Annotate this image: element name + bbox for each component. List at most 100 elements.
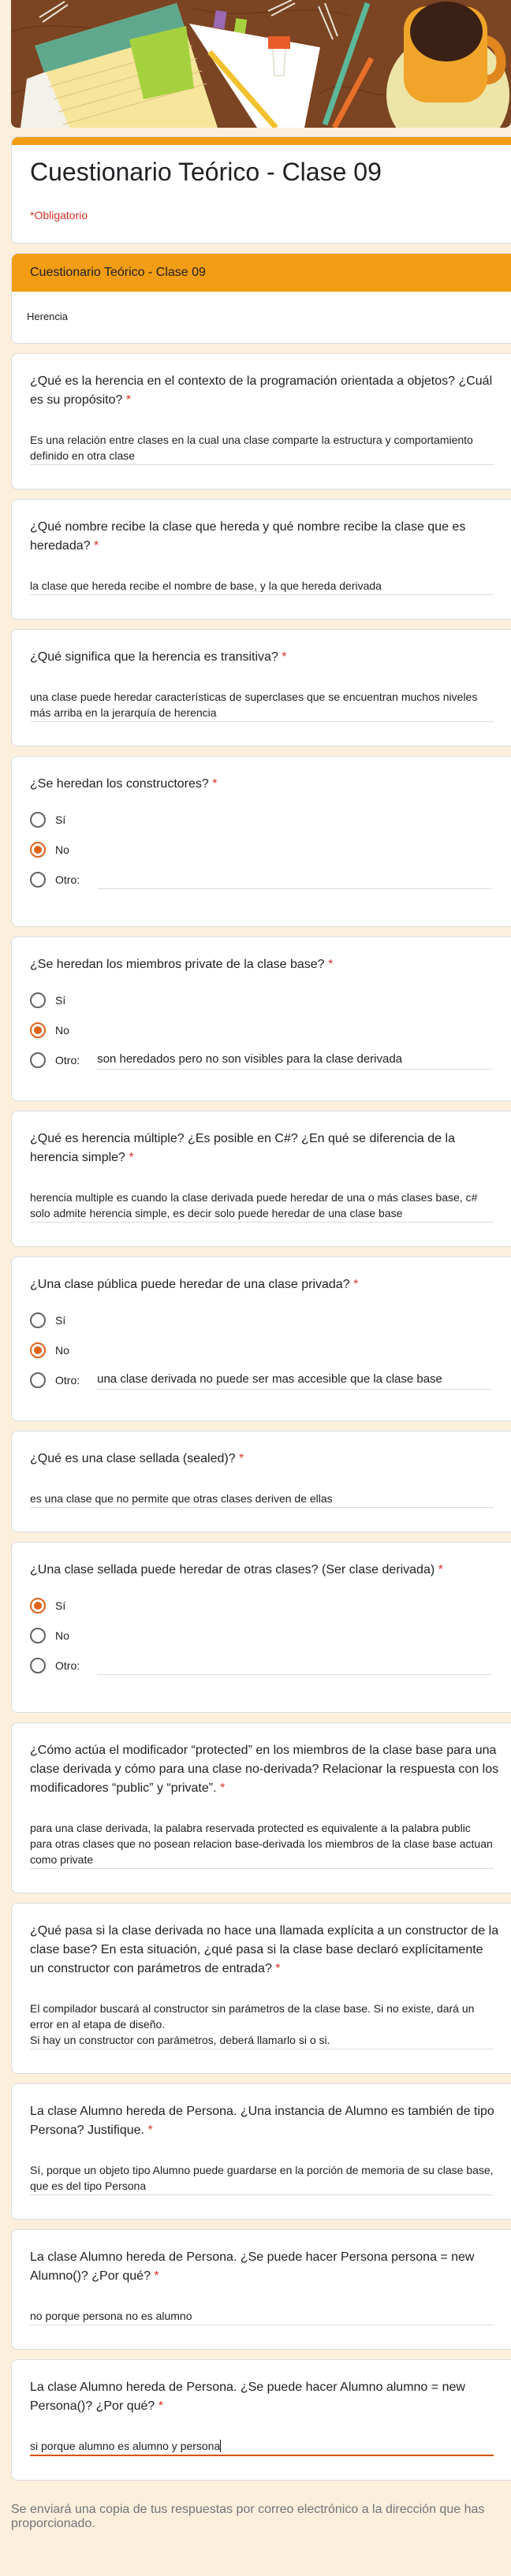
answer-input[interactable]: Es una relación entre clases en la cual … — [30, 432, 494, 465]
radio-option-no[interactable]: No — [30, 1335, 511, 1365]
required-note: *Obligatorio — [30, 209, 88, 221]
section-description: Herencia — [27, 311, 69, 322]
question-card: ¿Qué nombre recibe la clase que hereda y… — [11, 499, 511, 620]
answer-input[interactable]: Sí, porque un objeto tipo Alumno puede g… — [30, 2162, 494, 2195]
radio-button-checked[interactable] — [30, 842, 46, 858]
question-text: ¿Qué es una clase sellada (sealed)? — [30, 1452, 236, 1465]
radio-button-checked[interactable] — [30, 1598, 46, 1614]
question-card: ¿Qué pasa si la clase derivada no hace u… — [11, 1903, 511, 2074]
radio-label: Sí — [55, 1314, 66, 1327]
radio-button[interactable] — [30, 1628, 46, 1644]
radio-label: No — [55, 1024, 69, 1037]
radio-label: Otro: — [55, 1374, 80, 1387]
radio-button-checked[interactable] — [30, 1342, 46, 1358]
question-label: La clase Alumno hereda de Persona. ¿Se p… — [30, 2248, 499, 2286]
form-title: Cuestionario Teórico - Clase 09 — [30, 158, 382, 186]
question-card: ¿Una clase pública puede heredar de una … — [11, 1256, 511, 1421]
answer-input[interactable]: no porque persona no es alumno — [30, 2308, 494, 2325]
radio-label: Sí — [55, 813, 66, 826]
other-text-input[interactable] — [97, 1656, 492, 1675]
radio-label: Sí — [55, 994, 66, 1007]
radio-option-si[interactable]: Sí — [30, 985, 511, 1015]
radio-button[interactable] — [30, 1372, 46, 1388]
question-text: La clase Alumno hereda de Persona. ¿Una … — [30, 2105, 494, 2137]
required-asterisk: * — [212, 777, 218, 791]
radio-label: No — [55, 1629, 69, 1642]
radio-label: Otro: — [55, 1659, 80, 1672]
radio-option-si[interactable]: Sí — [30, 805, 511, 835]
question-label: ¿Se heredan los miembros private de la c… — [30, 955, 499, 974]
question-label: ¿Qué significa que la herencia es transi… — [30, 648, 499, 667]
required-asterisk: * — [154, 2269, 159, 2283]
answer-input[interactable]: la clase que hereda recibe el nombre de … — [30, 578, 494, 595]
radio-option-otro[interactable]: Otro: una clase derivada no puede ser mas… — [30, 1365, 511, 1395]
form-title-card: Cuestionario Teórico - Clase 09 *Obligat… — [11, 136, 511, 244]
radio-button[interactable] — [30, 1312, 46, 1328]
required-asterisk: * — [275, 1962, 281, 1975]
answer-input[interactable]: una clase puede heredar características … — [30, 689, 494, 722]
radio-option-no[interactable]: No — [30, 835, 511, 865]
answer-input-focused[interactable]: si porque alumno es alumno y persona — [30, 2438, 494, 2456]
radio-button[interactable] — [30, 992, 46, 1008]
section-title: Cuestionario Teórico - Clase 09 — [12, 254, 511, 292]
required-asterisk: * — [158, 2399, 163, 2413]
question-text: La clase Alumno hereda de Persona. ¿Se p… — [30, 2250, 475, 2283]
radio-button[interactable] — [30, 1658, 46, 1673]
radio-button[interactable] — [30, 1052, 46, 1068]
required-asterisk: * — [147, 2124, 153, 2137]
text-caret — [220, 2440, 222, 2452]
radio-option-otro[interactable]: Otro: — [30, 1651, 511, 1681]
question-card: ¿Qué significa que la herencia es transi… — [11, 629, 511, 746]
radio-option-otro[interactable]: Otro: son heredados pero no son visibles … — [30, 1045, 511, 1075]
question-label: ¿Una clase sellada puede heredar de otra… — [30, 1561, 499, 1580]
form-container: Cuestionario Teórico - Clase 09 *Obligat… — [11, 0, 511, 2531]
question-text: ¿Una clase pública puede heredar de una … — [30, 1278, 350, 1291]
radio-label: No — [55, 843, 69, 856]
radio-option-otro[interactable]: Otro: — [30, 865, 511, 895]
question-text: ¿Una clase sellada puede heredar de otra… — [30, 1563, 435, 1576]
question-label: La clase Alumno hereda de Persona. ¿Una … — [30, 2102, 499, 2140]
radio-group: Sí No Otro: una clase derivada no puede s… — [30, 1305, 511, 1395]
radio-option-no[interactable]: No — [30, 1621, 511, 1651]
radio-button[interactable] — [30, 812, 46, 828]
accent-strip — [12, 137, 511, 145]
radio-label: Otro: — [55, 873, 80, 886]
question-card: ¿Se heredan los miembros private de la c… — [11, 936, 511, 1101]
question-card: La clase Alumno hereda de Persona. ¿Una … — [11, 2083, 511, 2220]
question-card: ¿Se heredan los constructores? * Sí No O… — [11, 756, 511, 927]
question-card: ¿Cómo actúa el modificador “protected” e… — [11, 1722, 511, 1893]
answer-input[interactable]: El compilador buscará al constructor sin… — [30, 2001, 494, 2049]
radio-group: Sí No Otro: — [30, 1591, 511, 1681]
radio-button-checked[interactable] — [30, 1022, 46, 1038]
question-label: ¿Se heredan los constructores? * — [30, 775, 499, 794]
question-card: La clase Alumno hereda de Persona. ¿Se p… — [11, 2229, 511, 2350]
question-label: ¿Qué nombre recibe la clase que hereda y… — [30, 518, 499, 556]
radio-label: Sí — [55, 1599, 66, 1612]
question-text: ¿Qué significa que la herencia es transi… — [30, 650, 278, 664]
question-card: ¿Qué es la herencia en el contexto de la… — [11, 353, 511, 490]
other-text-input[interactable] — [97, 870, 492, 889]
required-asterisk: * — [353, 1278, 359, 1291]
required-asterisk: * — [239, 1452, 244, 1465]
answer-input[interactable]: es una clase que no permite que otras cl… — [30, 1491, 494, 1508]
answer-input[interactable]: herencia multiple es cuando la clase der… — [30, 1189, 494, 1223]
radio-button[interactable] — [30, 872, 46, 888]
required-asterisk: * — [219, 1781, 226, 1795]
question-label: ¿Una clase pública puede heredar de una … — [30, 1275, 499, 1294]
other-text-input[interactable]: una clase derivada no puede ser mas acce… — [97, 1371, 492, 1390]
radio-group: Sí No Otro: son heredados pero no son vis… — [30, 985, 511, 1075]
question-label: ¿Cómo actúa el modificador “protected” e… — [30, 1741, 499, 1798]
answer-input[interactable]: para una clase derivada, la palabra rese… — [30, 1820, 494, 1869]
radio-option-si[interactable]: Sí — [30, 1305, 511, 1335]
section-header-card: Cuestionario Teórico - Clase 09 Herencia — [11, 253, 511, 344]
radio-option-si[interactable]: Sí — [30, 1591, 511, 1621]
question-label: ¿Qué es la herencia en el contexto de la… — [30, 372, 499, 410]
question-text: ¿Cómo actúa el modificador “protected” e… — [30, 1744, 499, 1795]
other-text-input[interactable]: son heredados pero no son visibles para … — [97, 1051, 492, 1070]
radio-option-no[interactable]: No — [30, 1015, 511, 1045]
required-asterisk: * — [282, 650, 287, 664]
binder-clip — [268, 36, 290, 49]
header-banner-image — [11, 0, 511, 128]
question-label: ¿Qué pasa si la clase derivada no hace u… — [30, 1922, 499, 1979]
radio-label: No — [55, 1344, 69, 1357]
